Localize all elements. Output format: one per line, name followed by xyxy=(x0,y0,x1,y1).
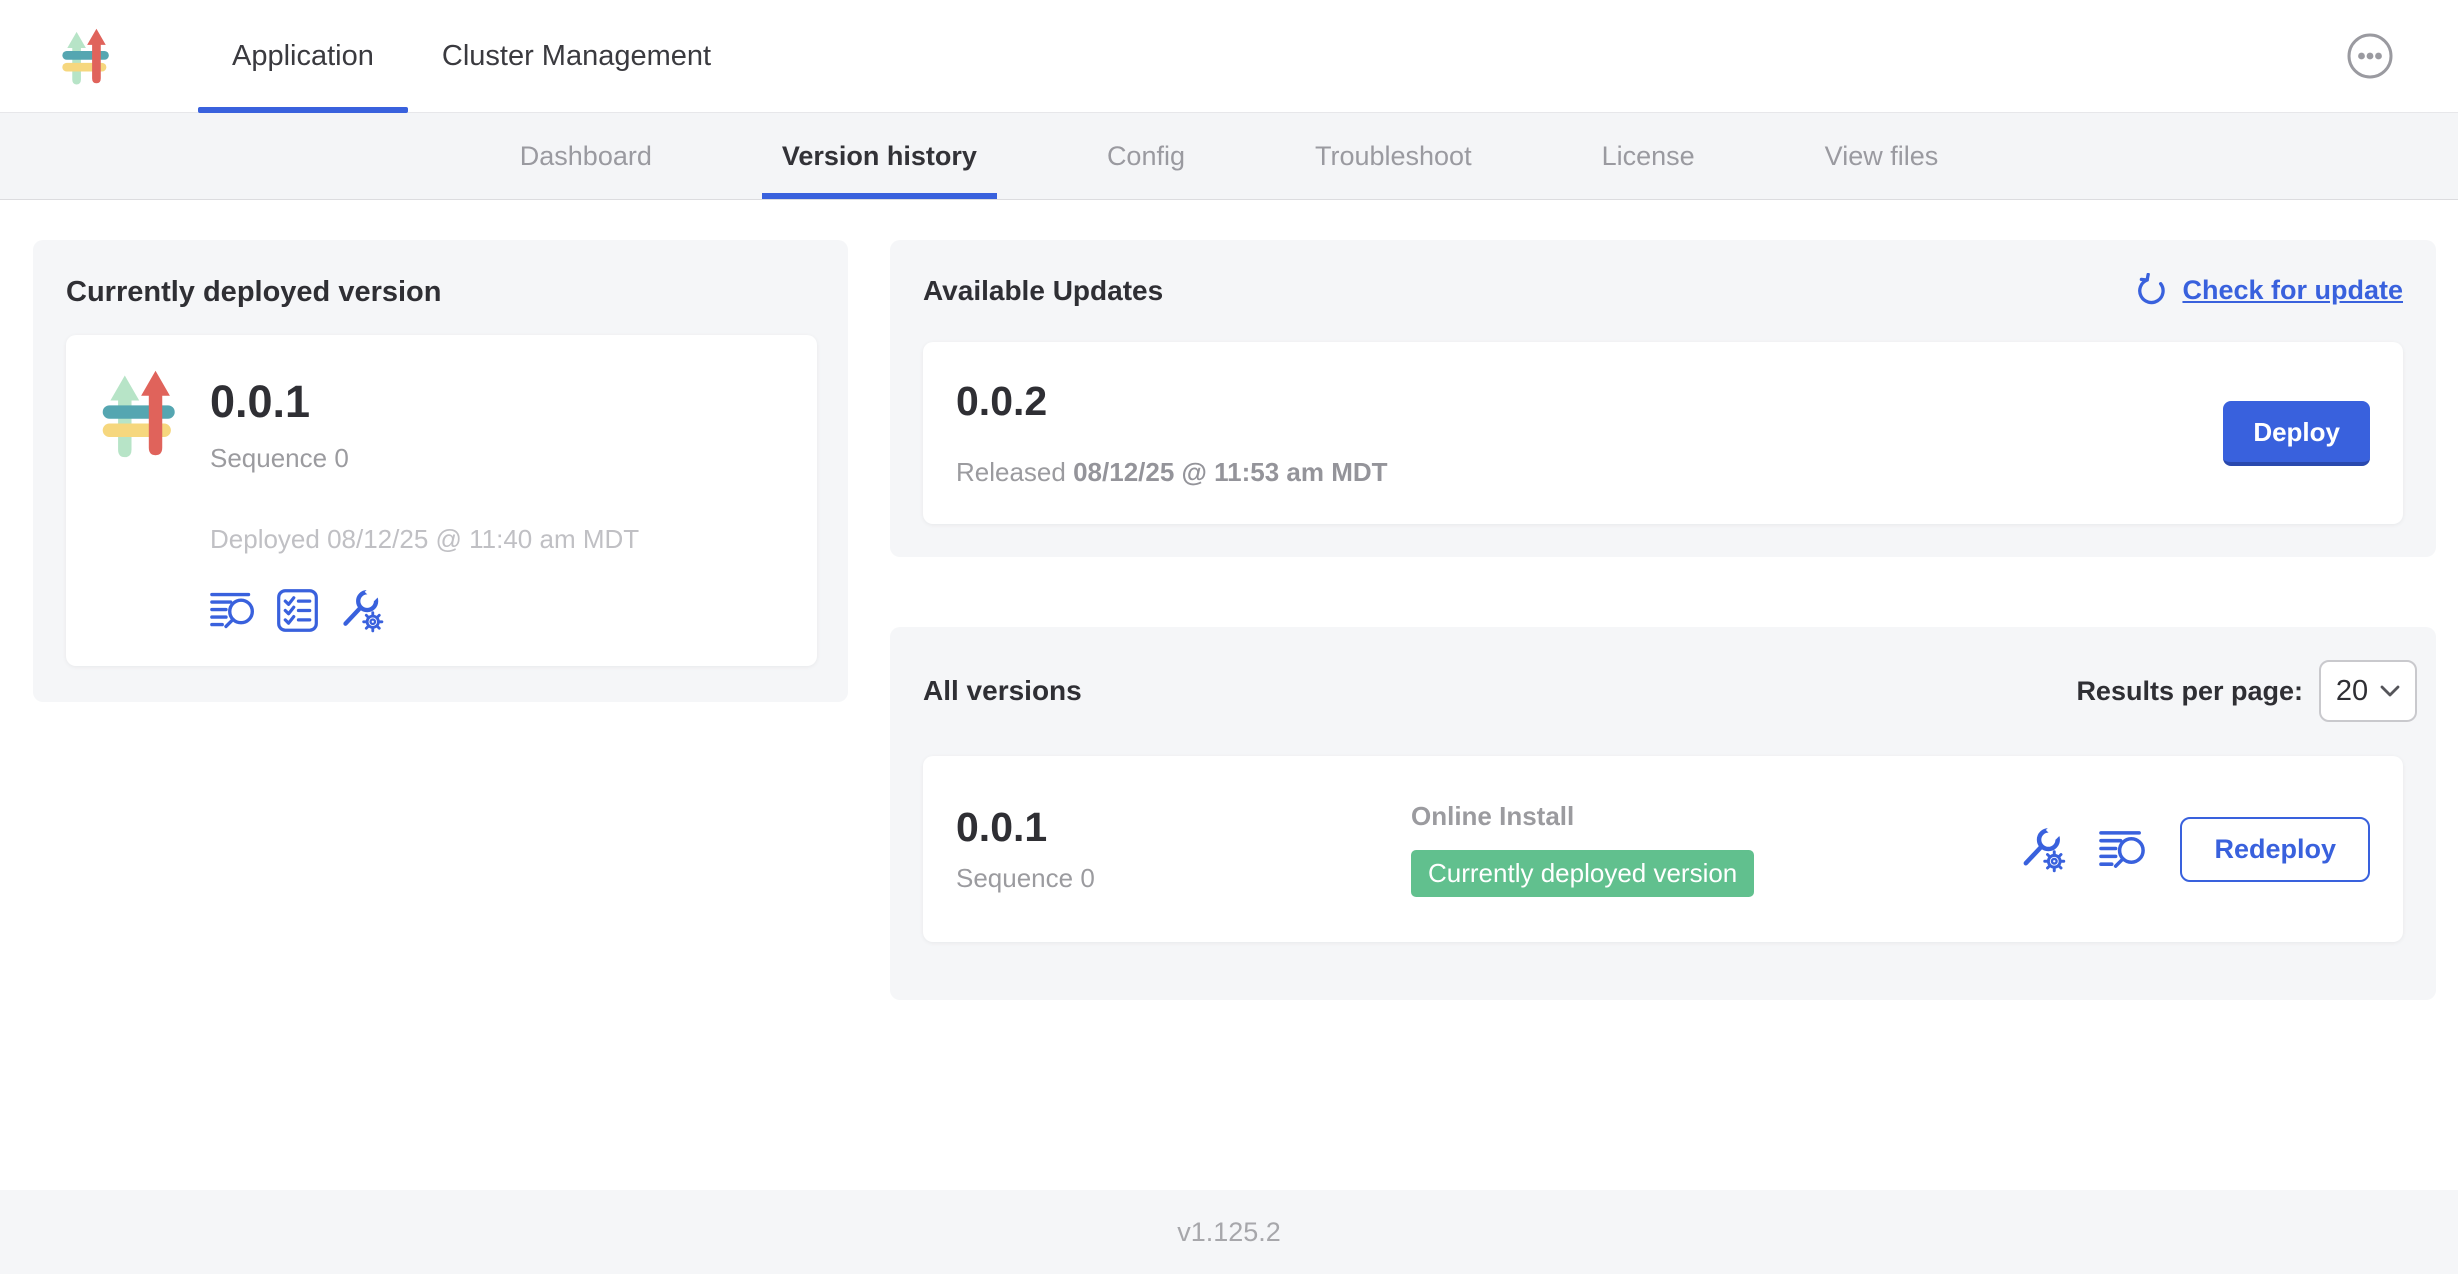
deploy-logs-icon xyxy=(2099,825,2148,874)
top-nav-bar: Application Cluster Management xyxy=(0,0,2458,113)
edit-config-icon xyxy=(2018,825,2067,874)
subnav-tab-config[interactable]: Config xyxy=(1107,113,1185,199)
redeploy-button[interactable]: Redeploy xyxy=(2180,817,2370,882)
subnav-tab-troubleshoot[interactable]: Troubleshoot xyxy=(1315,113,1472,199)
currently-deployed-card: Currently deployed version 0.0.1 Sequenc… xyxy=(33,240,848,702)
check-for-update-link[interactable]: Check for update xyxy=(2134,273,2403,308)
preflight-checks-button[interactable] xyxy=(274,587,321,634)
ellipsis-menu-button[interactable] xyxy=(2344,30,2396,82)
active-tab-underline xyxy=(198,107,408,113)
edit-config-button[interactable] xyxy=(2018,825,2067,874)
deploy-logs-button[interactable] xyxy=(210,587,257,634)
preflight-checks-icon xyxy=(274,587,321,634)
deploy-logs-button[interactable] xyxy=(2099,825,2148,874)
deploy-logs-icon xyxy=(210,587,257,634)
check-for-update-label: Check for update xyxy=(2182,275,2403,306)
subnav-tab-label: Config xyxy=(1107,141,1185,172)
update-released-timestamp: Released 08/12/25 @ 11:53 am MDT xyxy=(956,457,1388,488)
released-date: 08/12/25 @ 11:53 am MDT xyxy=(1073,457,1387,487)
row-version-number: 0.0.1 xyxy=(956,804,1411,851)
subnav-tab-version-history[interactable]: Version history xyxy=(782,113,977,199)
edit-config-icon xyxy=(338,587,385,634)
subnav-tab-label: License xyxy=(1602,141,1695,172)
app-footer: v1.125.2 xyxy=(0,1190,2458,1274)
refresh-icon xyxy=(2134,273,2169,308)
app-logo-icon xyxy=(96,363,192,463)
results-per-page-select[interactable]: 20 xyxy=(2319,660,2417,722)
app-subnav: Dashboard Version history Config Trouble… xyxy=(0,113,2458,200)
row-sequence: Sequence 0 xyxy=(956,863,1411,894)
top-tab-label: Application xyxy=(232,40,374,73)
released-prefix: Released xyxy=(956,457,1066,487)
results-per-page-value: 20 xyxy=(2336,675,2368,708)
ellipsis-menu-icon xyxy=(2344,30,2396,82)
chevron-down-icon xyxy=(2380,685,2400,697)
available-updates-card: Available Updates Check for update 0.0.2… xyxy=(890,240,2436,557)
all-versions-card: All versions Results per page: 20 0.0.1 … xyxy=(890,627,2436,1000)
subnav-tab-dashboard[interactable]: Dashboard xyxy=(520,113,652,199)
subnav-tab-license[interactable]: License xyxy=(1602,113,1695,199)
available-update-row: 0.0.2 Released 08/12/25 @ 11:53 am MDT D… xyxy=(923,342,2403,524)
top-tab-label: Cluster Management xyxy=(442,40,711,73)
top-tab-cluster-management[interactable]: Cluster Management xyxy=(408,0,745,112)
version-history-page: Currently deployed version 0.0.1 Sequenc… xyxy=(0,200,2458,1190)
deployed-sequence: Sequence 0 xyxy=(210,443,639,474)
currently-deployed-title: Currently deployed version xyxy=(66,276,817,309)
edit-config-button[interactable] xyxy=(338,587,385,634)
deployed-version-panel: 0.0.1 Sequence 0 Deployed 08/12/25 @ 11:… xyxy=(66,335,817,666)
version-row: 0.0.1 Sequence 0 Online Install Currentl… xyxy=(923,756,2403,942)
deploy-button[interactable]: Deploy xyxy=(2223,401,2370,466)
deployed-version-number: 0.0.1 xyxy=(210,377,639,427)
deployed-timestamp: Deployed 08/12/25 @ 11:40 am MDT xyxy=(210,524,639,555)
active-tab-underline xyxy=(762,193,997,199)
update-version-number: 0.0.2 xyxy=(956,378,1388,425)
top-tab-application[interactable]: Application xyxy=(198,0,408,112)
deployed-version-actions xyxy=(210,587,639,634)
subnav-tab-label: Version history xyxy=(782,141,977,172)
install-type: Online Install xyxy=(1411,801,1754,832)
results-per-page: Results per page: 20 xyxy=(2076,660,2417,722)
all-versions-title: All versions xyxy=(923,675,1082,707)
available-updates-title: Available Updates xyxy=(923,275,1163,307)
results-per-page-label: Results per page: xyxy=(2076,676,2303,707)
subnav-tab-label: Troubleshoot xyxy=(1315,141,1472,172)
subnav-tab-label: View files xyxy=(1825,141,1939,172)
app-logo-icon xyxy=(58,24,120,88)
subnav-tab-view-files[interactable]: View files xyxy=(1825,113,1939,199)
app-logo xyxy=(58,24,120,88)
console-version: v1.125.2 xyxy=(1177,1217,1281,1248)
subnav-tab-label: Dashboard xyxy=(520,141,652,172)
currently-deployed-badge: Currently deployed version xyxy=(1411,850,1754,897)
